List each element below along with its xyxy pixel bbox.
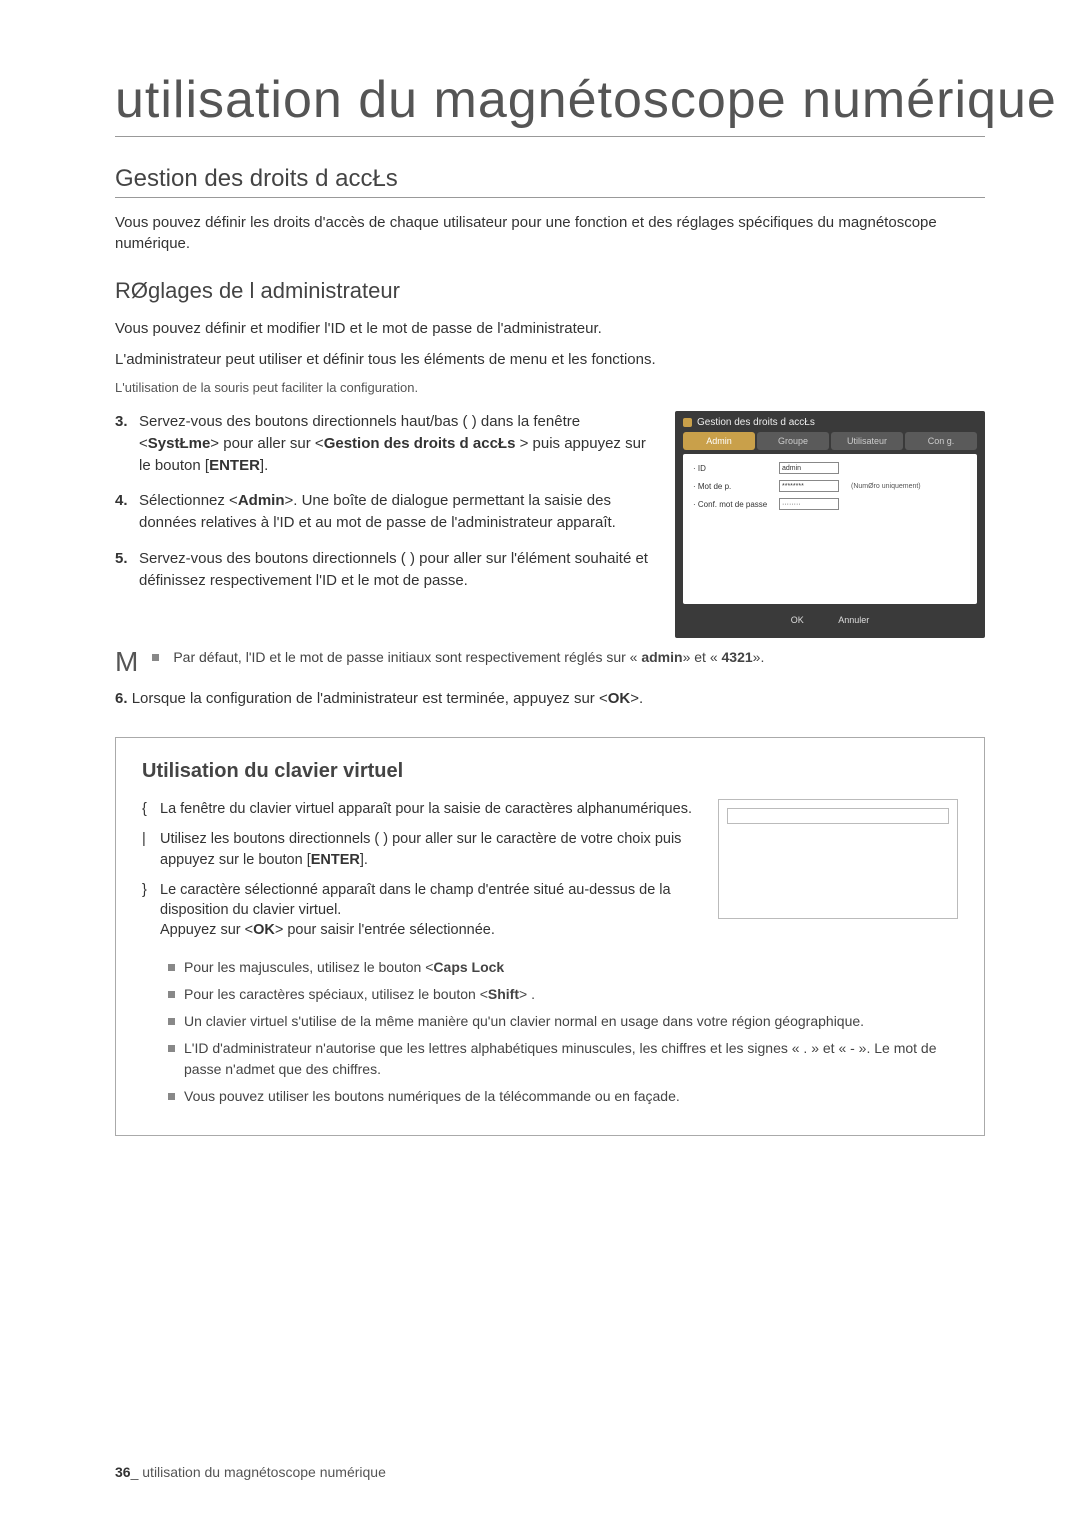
pw-row: · Mot de p. ******** (NumØro uniquement) (693, 480, 967, 492)
steps-column: 3. Servez-vous des boutons directionnels… (115, 411, 651, 605)
vk-marker-1: { (142, 799, 152, 819)
section-intro: Vous pouvez définir les droits d'accès d… (115, 212, 985, 254)
step-3-body: Servez-vous des boutons directionnels ha… (139, 411, 651, 476)
step-4-body: Sélectionnez <Admin>. Une boîte de dialo… (139, 490, 651, 534)
subsection-title: RØglages de l administrateur (115, 278, 985, 304)
footer-sep: _ (131, 1464, 143, 1480)
page-footer: 36_ utilisation du magnétoscope numériqu… (115, 1464, 386, 1480)
ui-buttons: OK Annuler (683, 612, 977, 628)
pw-input[interactable]: ******** (779, 480, 839, 492)
vk-image-placeholder (718, 799, 958, 919)
step-4-number: 4. (115, 490, 133, 534)
vk-title: Utilisation du clavier virtuel (142, 760, 958, 783)
vk-bullet-1: Pour les majuscules, utilisez le bouton … (168, 957, 958, 978)
cpw-row: · Conf. mot de passe ········ (693, 498, 967, 510)
subsection-line2: L'administrateur peut utiliser et défini… (115, 349, 985, 370)
pw-hint: (NumØro uniquement) (851, 483, 921, 490)
vk-input-outline (727, 808, 949, 824)
vk-step-3-body: Le caractère sélectionné apparaît dans l… (160, 880, 696, 941)
default-credentials-note: M Par défaut, l'ID et le mot de passe in… (115, 648, 985, 676)
step-4: 4. Sélectionnez <Admin>. Une boîte de di… (115, 490, 651, 534)
vk-bullet-5: Vous pouvez utiliser les boutons numériq… (168, 1086, 958, 1107)
vk-bullets: Pour les majuscules, utilisez le bouton … (142, 957, 958, 1107)
person-icon (683, 418, 692, 427)
pw-label: · Mot de p. (693, 482, 773, 491)
ui-form-panel: · ID admin · Mot de p. ******** (NumØro … (683, 454, 977, 604)
ui-tabs: Admin Groupe Utilisateur Con g. (683, 432, 977, 450)
footer-text: utilisation du magnétoscope numérique (142, 1464, 386, 1480)
step-5-body: Servez-vous des boutons directionnels ( … (139, 548, 651, 592)
tab-groupe[interactable]: Groupe (757, 432, 829, 450)
vk-step-3: } Le caractère sélectionné apparaît dans… (142, 880, 696, 941)
step-6-number: 6. (115, 690, 128, 707)
id-row: · ID admin (693, 462, 967, 474)
vk-step-2-body: Utilisez les boutons directionnels ( ) p… (160, 829, 696, 870)
ui-mock-panel: Gestion des droits d accŁs Admin Groupe … (675, 411, 985, 638)
vk-steps-col: { La fenêtre du clavier virtuel apparaît… (142, 799, 696, 951)
step-5: 5. Servez-vous des boutons directionnels… (115, 548, 651, 592)
mouse-note: L'utilisation de la souris peut facilite… (115, 380, 985, 395)
chapter-title: utilisation du magnétoscope numérique (115, 70, 985, 137)
step-3: 3. Servez-vous des boutons directionnels… (115, 411, 651, 476)
tab-config[interactable]: Con g. (905, 432, 977, 450)
subsection-line1: Vous pouvez définir et modifier l'ID et … (115, 318, 985, 339)
virtual-keyboard-box: Utilisation du clavier virtuel { La fenê… (115, 737, 985, 1136)
note-text: Par défaut, l'ID et le mot de passe init… (173, 648, 985, 668)
id-label: · ID (693, 464, 773, 473)
cancel-button[interactable]: Annuler (826, 612, 881, 628)
tab-admin[interactable]: Admin (683, 432, 755, 450)
step-3-number: 3. (115, 411, 133, 476)
step-5-number: 5. (115, 548, 133, 592)
note-m-icon: M (115, 648, 138, 676)
vk-bullet-3: Un clavier virtuel s'utilise de la même … (168, 1011, 958, 1032)
vk-step-1: { La fenêtre du clavier virtuel apparaît… (142, 799, 696, 819)
step-6: 6. Lorsque la configuration de l'adminis… (115, 690, 985, 707)
page-number: 36 (115, 1464, 131, 1480)
cpw-label: · Conf. mot de passe (693, 500, 773, 509)
vk-bullet-2: Pour les caractères spéciaux, utilisez l… (168, 984, 958, 1005)
vk-marker-2: | (142, 829, 152, 870)
id-input[interactable]: admin (779, 462, 839, 474)
vk-step-1-body: La fenêtre du clavier virtuel apparaît p… (160, 799, 696, 819)
vk-step-2: | Utilisez les boutons directionnels ( )… (142, 829, 696, 870)
cpw-input[interactable]: ········ (779, 498, 839, 510)
ok-button[interactable]: OK (779, 612, 816, 628)
section-title: Gestion des droits d accŁs (115, 165, 985, 198)
vk-marker-3: } (142, 880, 152, 941)
ui-title: Gestion des droits d accŁs (697, 417, 815, 428)
tab-utilisateur[interactable]: Utilisateur (831, 432, 903, 450)
bullet-icon (152, 654, 159, 661)
vk-bullet-4: L'ID d'administrateur n'autorise que les… (168, 1038, 958, 1080)
